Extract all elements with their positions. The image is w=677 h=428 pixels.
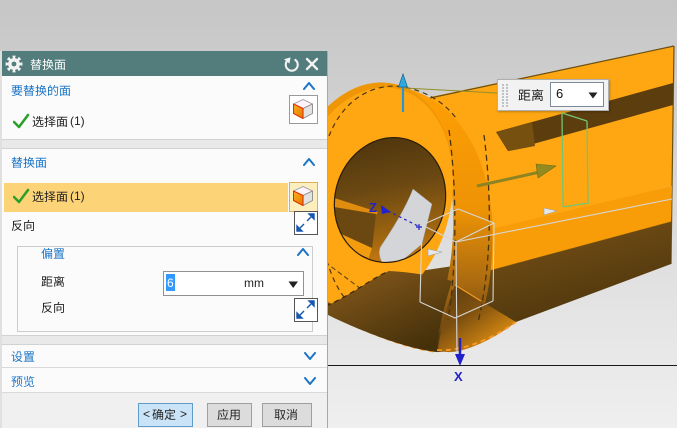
svg-text:Z: Z [369, 200, 377, 215]
svg-text:X: X [454, 369, 463, 384]
